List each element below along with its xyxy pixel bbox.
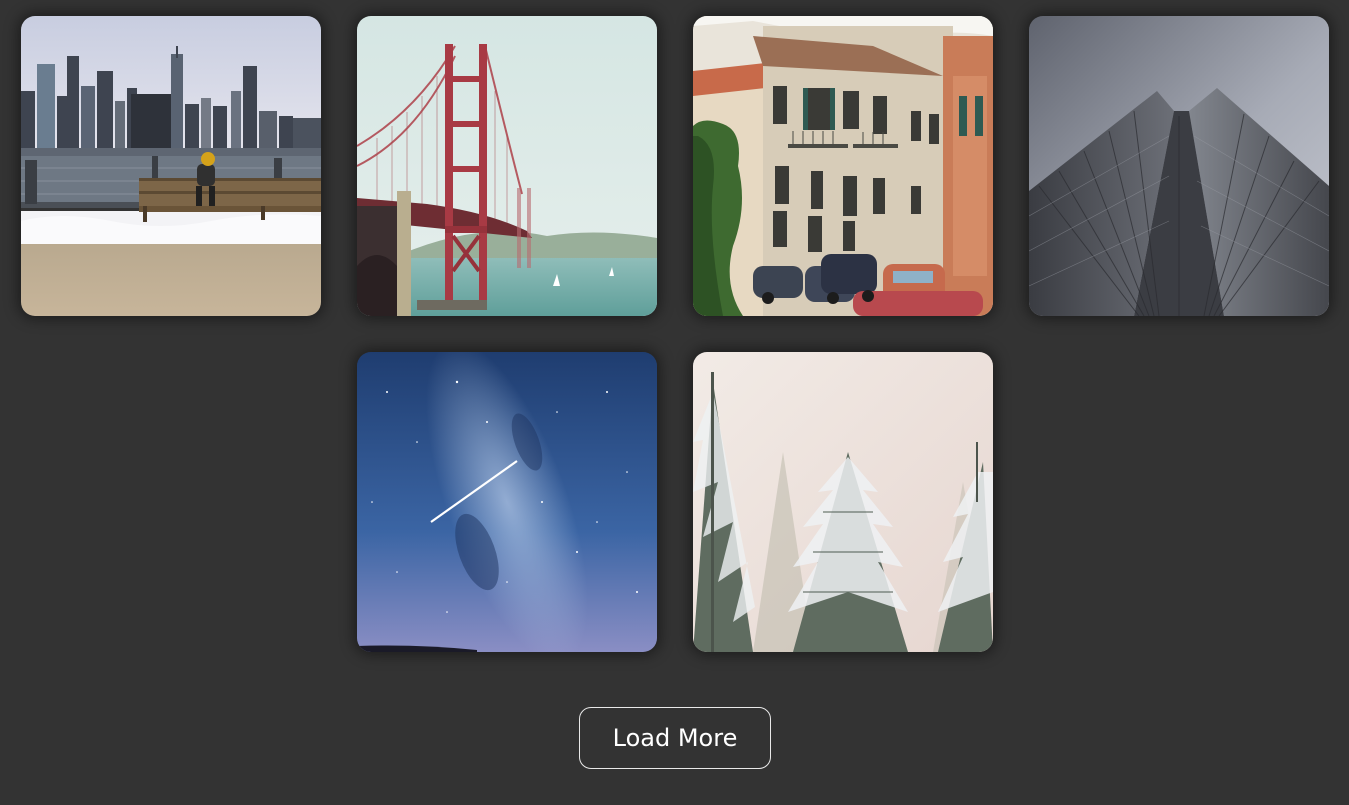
- gallery-photo-skyscraper[interactable]: [1029, 16, 1329, 316]
- snowy-trees-image: [693, 352, 993, 652]
- golden-gate-bridge-image: [357, 16, 657, 316]
- city-skyline-image: [21, 16, 321, 316]
- skyscraper-image: [1029, 16, 1329, 316]
- load-more-button[interactable]: Load More: [579, 707, 771, 769]
- gallery-photo-milky-way[interactable]: [357, 352, 657, 652]
- gallery-photo-golden-gate-bridge[interactable]: [357, 16, 657, 316]
- gallery-photo-old-town-street[interactable]: [693, 16, 993, 316]
- gallery-photo-snowy-trees[interactable]: [693, 352, 993, 652]
- photo-gallery: [0, 0, 1349, 690]
- old-town-street-image: [693, 16, 993, 316]
- gallery-photo-city-skyline[interactable]: [21, 16, 321, 316]
- milky-way-image: [357, 352, 657, 652]
